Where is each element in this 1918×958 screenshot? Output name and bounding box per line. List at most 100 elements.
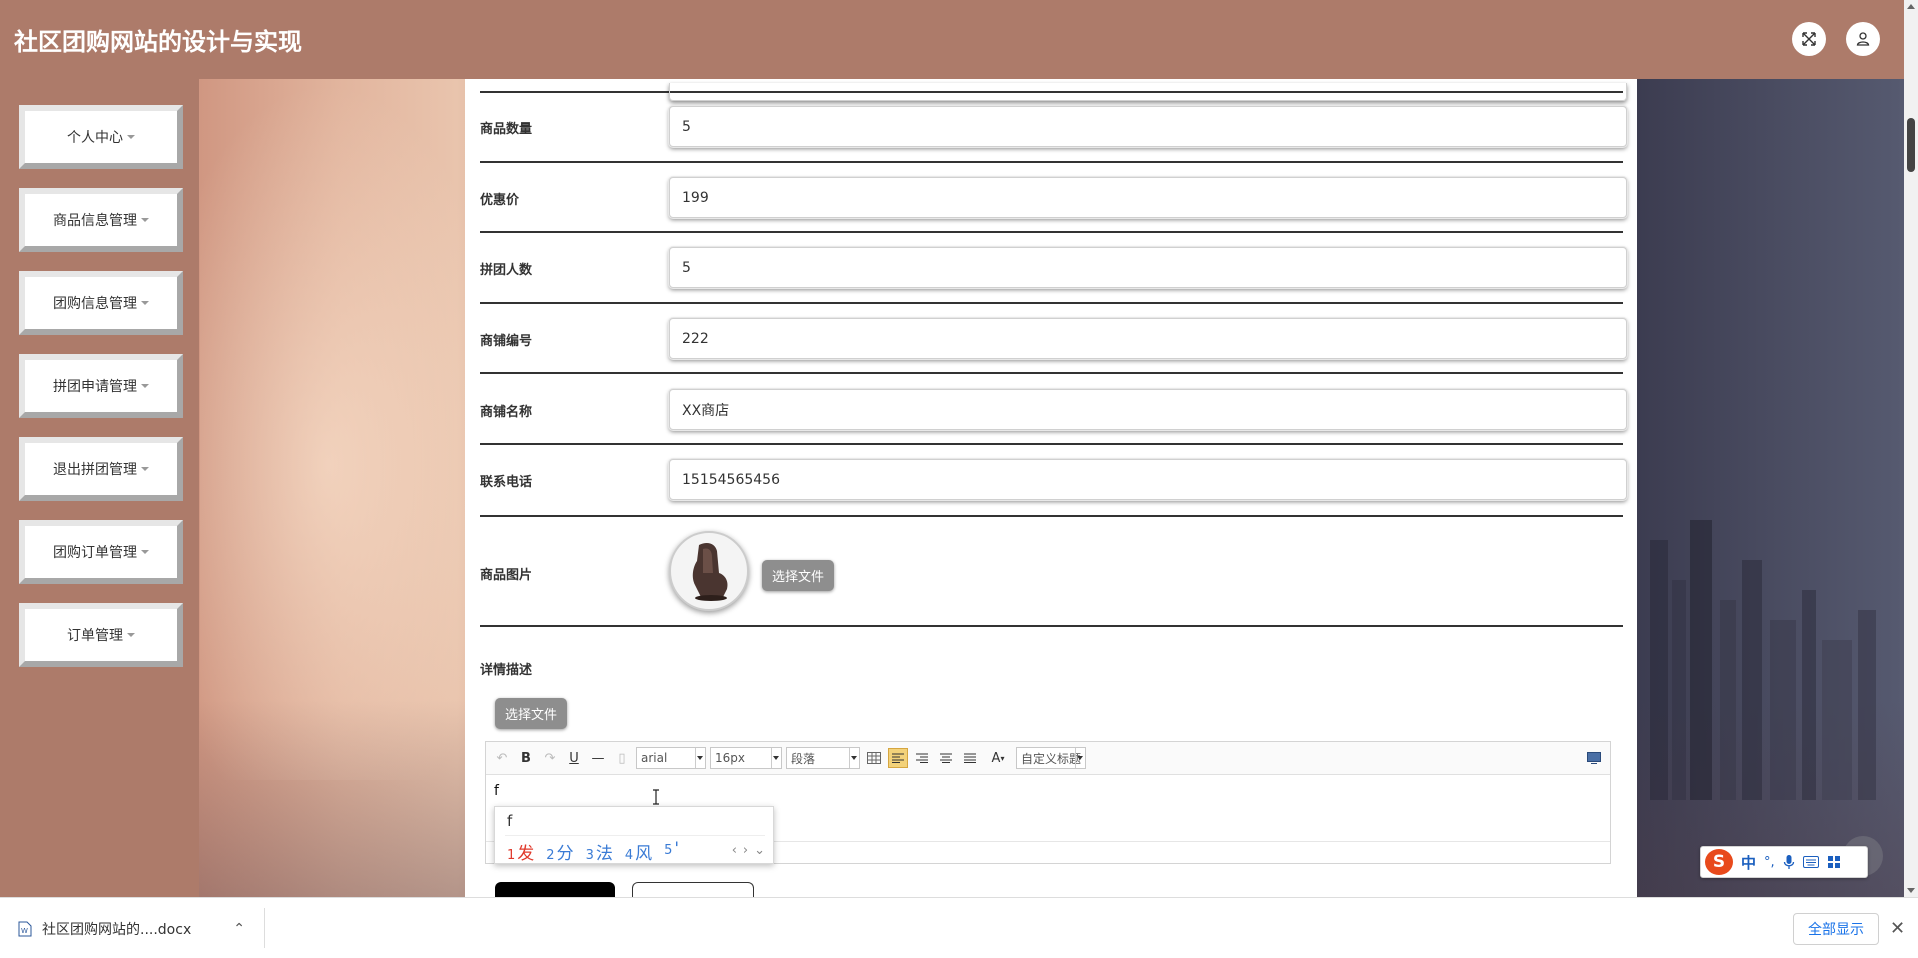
monitor-icon (1587, 752, 1601, 764)
sidebar-item-product-info[interactable]: 商品信息管理 (19, 188, 183, 252)
font-color-icon: A (991, 750, 1001, 766)
undo-button[interactable]: ↶ (492, 748, 512, 768)
paragraph-value: 段落 (791, 751, 816, 766)
align-justify-button[interactable] (960, 748, 980, 768)
align-center-button[interactable] (936, 748, 956, 768)
svg-text:W: W (21, 927, 28, 935)
ime-candidate[interactable]: 3法 (586, 839, 613, 864)
ime-candidate[interactable]: 5 ' (664, 839, 679, 864)
underline-button[interactable]: U (564, 748, 584, 768)
shop-id-input[interactable] (669, 318, 1627, 359)
field-label: 商品数量 (480, 122, 533, 137)
ime-punctuation-toggle[interactable]: °, (1764, 855, 1775, 870)
ime-candidates: 1发 2分 3法 4风 5 ' (507, 839, 679, 864)
redo-button[interactable]: ↷ (540, 748, 560, 768)
chevron-up-icon[interactable]: ⌃ (233, 921, 245, 937)
caret-down-icon (1075, 748, 1084, 768)
sidebar-item-label: 个人中心 (67, 130, 123, 146)
sidebar-item-label: 订单管理 (67, 628, 123, 644)
field-label: 拼团人数 (480, 263, 533, 278)
field-label: 商铺名称 (480, 405, 533, 420)
undo-icon: ↶ (496, 750, 508, 766)
caret-down-icon (127, 135, 135, 139)
ime-candidate-window: f 1发 2分 3法 4风 5 ' ‹ › ⌄ (494, 806, 774, 864)
shop-name-input[interactable] (669, 389, 1627, 430)
bold-icon: B (521, 750, 531, 766)
table-button[interactable] (864, 748, 884, 768)
download-item[interactable]: W 社区团购网站的....docx ⌃ (18, 912, 245, 946)
discount-price-input[interactable] (669, 177, 1627, 218)
user-icon (1856, 32, 1870, 46)
font-size-select[interactable]: 16px (710, 747, 782, 769)
scroll-down-icon[interactable] (1907, 888, 1915, 893)
form-panel: 商品数量 优惠价 拼团人数 商铺编号 商铺名称 联系电话 商品图片 选择文件 详… (465, 79, 1637, 897)
scrollbar-thumb[interactable] (1907, 118, 1915, 172)
align-left-button[interactable] (888, 748, 908, 768)
detail-description-label: 详情描述 (480, 663, 533, 678)
paragraph-select[interactable]: 段落 (786, 747, 860, 769)
caret-down-icon (127, 633, 135, 637)
ime-candidate[interactable]: 1发 (507, 839, 534, 864)
fullscreen-icon (1802, 32, 1816, 46)
align-right-button[interactable] (912, 748, 932, 768)
quantity-input[interactable] (669, 106, 1627, 147)
bold-button[interactable]: B (516, 748, 536, 768)
font-family-select[interactable]: arial (636, 747, 706, 769)
massage-chair-icon (692, 543, 728, 601)
form-row-discount-price: 优惠价 (480, 163, 1627, 233)
form-row-quantity: 商品数量 (480, 91, 1627, 163)
phone-input[interactable] (669, 459, 1627, 500)
sidebar-item-group-buy-info[interactable]: 团购信息管理 (19, 271, 183, 335)
fullscreen-button[interactable] (1792, 22, 1826, 56)
underline-icon: U (569, 750, 579, 766)
caret-down-icon (141, 218, 149, 222)
text-cursor-icon (653, 789, 659, 805)
scroll-up-icon[interactable] (1907, 4, 1915, 9)
font-family-value: arial (641, 751, 668, 765)
keyboard-icon[interactable] (1802, 856, 1819, 868)
sidebar: 个人中心 商品信息管理 团购信息管理 拼团申请管理 退出拼团管理 团购订单管理 … (0, 79, 199, 897)
chevron-left-icon[interactable]: ‹ (732, 843, 737, 858)
app-header: 社区团购网站的设计与实现 (0, 0, 1904, 79)
fullscreen-editor-button[interactable] (1584, 748, 1604, 768)
background-skyline (1650, 520, 1876, 800)
form-row-product-image: 商品图片 选择文件 (480, 517, 1623, 627)
sidebar-item-personal-center[interactable]: 个人中心 (19, 105, 183, 169)
detail-choose-file-button[interactable]: 选择文件 (495, 698, 568, 729)
group-size-input[interactable] (669, 247, 1627, 288)
caret-down-icon (141, 467, 149, 471)
form-row-phone: 联系电话 (480, 445, 1627, 517)
document-icon: ▯ (618, 750, 626, 766)
ime-language-toggle[interactable]: 中 (1741, 852, 1756, 873)
microphone-icon[interactable] (1783, 854, 1795, 870)
form-row-shop-id: 商铺编号 (480, 304, 1627, 374)
sidebar-item-group-orders[interactable]: 团购订单管理 (19, 520, 183, 584)
ime-candidate[interactable]: 2分 (546, 839, 573, 864)
chevron-down-icon[interactable]: ⌄ (754, 843, 765, 858)
caret-down-icon (771, 748, 780, 768)
sogou-logo-icon[interactable]: S (1705, 849, 1733, 875)
align-center-icon (940, 753, 952, 763)
custom-title-value: 自定义标题 (1021, 751, 1082, 766)
show-all-downloads-button[interactable]: 全部显示 (1793, 913, 1879, 945)
paste-button[interactable]: ▯ (612, 748, 632, 768)
horizontal-rule-button[interactable]: — (588, 748, 608, 768)
font-color-button[interactable]: A ▾ (984, 748, 1012, 768)
close-download-bar-icon[interactable]: ✕ (1890, 918, 1905, 939)
download-bar: W 社区团购网站的....docx ⌃ 全部显示 ✕ (0, 897, 1918, 958)
ime-candidate[interactable]: 4风 (625, 839, 652, 864)
editor-toolbar: ↶ B ↷ U — ▯ arial 16px 段落 A ▾ 自定义标题 (486, 742, 1610, 775)
table-icon (867, 752, 881, 764)
user-button[interactable] (1846, 22, 1880, 56)
page-scrollbar[interactable] (1904, 0, 1918, 897)
choose-file-button[interactable]: 选择文件 (762, 560, 835, 591)
horizontal-rule-icon: — (591, 750, 605, 766)
sidebar-item-group-application[interactable]: 拼团申请管理 (19, 354, 183, 418)
ime-divider (505, 835, 765, 836)
sidebar-item-label: 退出拼团管理 (53, 462, 137, 478)
sidebar-item-orders[interactable]: 订单管理 (19, 603, 183, 667)
sidebar-item-quit-group[interactable]: 退出拼团管理 (19, 437, 183, 501)
chevron-right-icon[interactable]: › (743, 843, 748, 858)
grid-menu-icon[interactable] (1827, 855, 1841, 869)
custom-title-select[interactable]: 自定义标题 (1016, 747, 1086, 769)
